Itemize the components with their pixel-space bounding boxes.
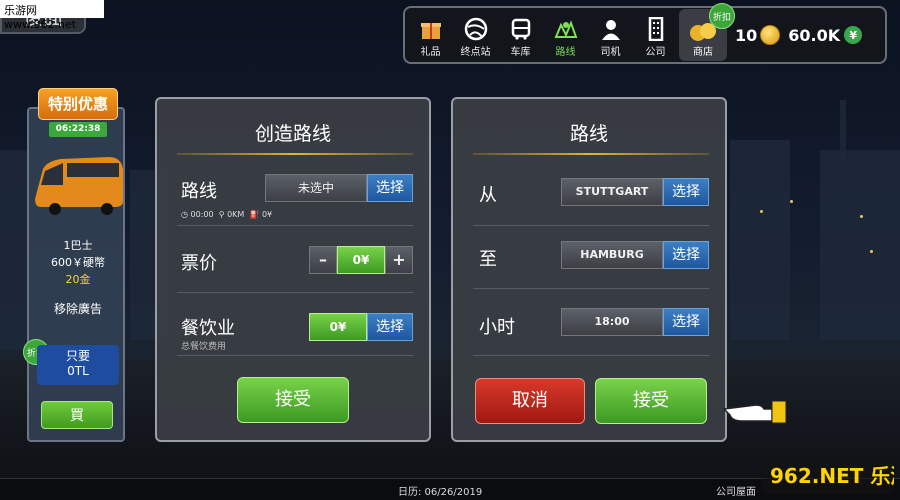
route-icon — [554, 20, 577, 38]
accept-route-button[interactable]: 接受 — [595, 378, 707, 424]
offer-line-bus: 1巴士 — [63, 239, 93, 252]
offer-timer: 06:22:38 — [49, 122, 107, 137]
nav-garage-label: 车库 — [510, 47, 531, 58]
catering-select-button[interactable]: 选择 — [367, 313, 413, 341]
row-divider — [473, 225, 709, 226]
nav-route-label: 路线 — [555, 47, 576, 58]
bus-image — [35, 157, 123, 215]
buy-button[interactable]: 買 — [41, 401, 113, 429]
nav-terminal[interactable]: 终点站 — [454, 9, 497, 61]
route-panel-title: 路线 — [569, 123, 608, 145]
accept-create-button[interactable]: 接受 — [237, 377, 349, 423]
row-divider — [177, 355, 413, 356]
watermark-logo: 962.NET 乐游网 — [762, 456, 900, 496]
catering-value: 0¥ — [309, 313, 367, 341]
catering-label: 餐饮业 — [181, 318, 235, 339]
route-label: 路线 — [181, 181, 217, 202]
special-offer-panel: 特别优惠 06:22:38 1巴士 600￥硬幣 20金 移除廣告 折扣 只要 … — [23, 88, 125, 442]
nav-terminal-label: 终点站 — [460, 47, 491, 58]
top-nav-bar: 礼品 终点站 车库 路线 司机 公司 商店 折扣 10 60.0K ¥ — [403, 3, 887, 64]
from-label: 从 — [479, 185, 497, 206]
row-divider — [473, 288, 709, 289]
nav-garage[interactable]: 车库 — [499, 9, 542, 61]
gift-icon — [420, 23, 441, 39]
row-divider — [177, 292, 413, 293]
row-divider — [473, 355, 709, 356]
calendar-date: 日历: 06/26/2019 — [398, 487, 483, 498]
to-select-button[interactable]: 选择 — [663, 241, 709, 269]
cash-balance: 60.0K ¥ — [788, 15, 863, 55]
route-meta: ◷ 00:00 ⚲ 0KM ⛽ 0¥ — [181, 210, 272, 219]
nav-driver[interactable]: 司机 — [589, 9, 632, 61]
from-value: STUTTGART — [561, 178, 663, 206]
nav-shop[interactable]: 商店 折扣 — [679, 3, 735, 61]
nav-gift[interactable]: 礼品 — [409, 9, 452, 61]
nav-route[interactable]: 路线 — [544, 9, 587, 61]
cash-amount: 60.0K — [788, 25, 841, 45]
cancel-button[interactable]: 取消 — [475, 378, 585, 424]
fare-increase-button[interactable]: + — [385, 246, 413, 274]
hour-label: 小时 — [479, 317, 515, 338]
to-label: 至 — [479, 249, 497, 270]
offer-line-coins: 600￥硬幣 — [51, 256, 105, 269]
offer-price-value: 0TL — [67, 364, 89, 378]
hour-value: 18:00 — [561, 308, 663, 336]
offer-line-gold: 20金 — [65, 273, 91, 286]
fare-value: 0¥ — [337, 246, 385, 274]
special-offer-title: 特别优惠 — [38, 88, 118, 120]
nav-gift-label: 礼品 — [420, 47, 441, 58]
globe-icon — [464, 17, 487, 41]
meta-fuel: 0¥ — [261, 210, 273, 219]
title-divider — [473, 153, 709, 155]
pointing-hand-icon — [722, 400, 787, 424]
driver-icon — [601, 20, 620, 40]
coin-balance: 10 — [735, 15, 781, 55]
site-logo-icon: 962.NET 乐游网 — [762, 458, 900, 494]
offer-price-box: 只要 0TL — [37, 345, 119, 385]
row-divider — [177, 225, 413, 226]
logo-text: 962.NET 乐游网 — [770, 464, 894, 488]
remove-ads-text: 移除廣告 — [53, 302, 102, 316]
nav-shop-label: 商店 — [693, 47, 713, 58]
nav-company[interactable]: 公司 — [634, 9, 677, 61]
route-panel: 路线 从 STUTTGART 选择 至 HAMBURG 选择 小时 18:00 … — [451, 97, 727, 442]
nav-driver-label: 司机 — [600, 47, 621, 58]
route-value: 未选中 — [265, 174, 367, 202]
watermark-top: 乐游网 www.962.net — [0, 0, 104, 31]
fuel-icon: ⛽ — [249, 210, 260, 219]
fare-decrease-button[interactable]: – — [309, 246, 337, 274]
route-select-button[interactable]: 选择 — [367, 174, 413, 202]
meta-km: 0KM — [227, 210, 245, 219]
coin-amount: 10 — [735, 25, 758, 45]
create-route-panel: 创造路线 路线 未选中 选择 ◷ 00:00 ⚲ 0KM ⛽ 0¥ 票价 – 0… — [155, 97, 431, 442]
catering-sublabel: 总餐饮费用 — [181, 342, 227, 352]
fare-label: 票价 — [181, 253, 217, 274]
hour-select-button[interactable]: 选择 — [663, 308, 709, 336]
company-label: 公司屋面 — [716, 487, 756, 498]
cash-icon: ¥ — [844, 26, 863, 44]
shop-sale-badge: 折扣 — [709, 3, 735, 29]
nav-company-label: 公司 — [645, 47, 666, 58]
meta-time: 00:00 — [190, 210, 214, 219]
clock-icon: ◷ — [181, 210, 188, 219]
location-icon: ⚲ — [218, 210, 225, 219]
to-value: HAMBURG — [561, 241, 663, 269]
building-icon — [648, 17, 663, 41]
create-route-title: 创造路线 — [254, 123, 331, 145]
bus-icon — [511, 18, 530, 40]
coin-icon — [760, 25, 781, 45]
title-divider — [177, 153, 413, 155]
from-select-button[interactable]: 选择 — [663, 178, 709, 206]
offer-price-label: 只要 — [65, 349, 90, 363]
